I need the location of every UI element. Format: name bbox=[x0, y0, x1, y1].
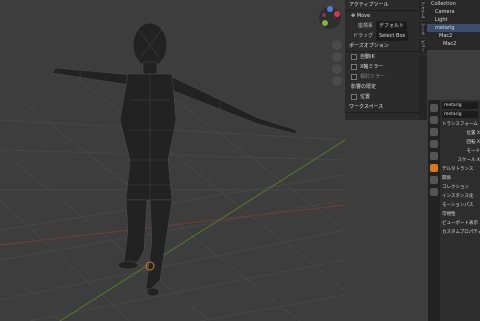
sidebar-tabs: アイテム ツール ビュー bbox=[419, 0, 427, 120]
outliner-item[interactable]: Collection bbox=[427, 0, 480, 8]
orientation-row[interactable]: 座標系 デフォルト bbox=[345, 21, 419, 31]
tab-tool[interactable]: ツール bbox=[419, 21, 427, 38]
outliner-item[interactable]: Mac2 bbox=[427, 40, 480, 48]
custom-props-header[interactable]: カスタムプロパティ bbox=[440, 228, 480, 237]
output-icon[interactable] bbox=[430, 128, 438, 136]
active-tool-header[interactable]: アクティブツール bbox=[345, 0, 419, 11]
render-icon[interactable] bbox=[430, 116, 438, 124]
grid-icon[interactable] bbox=[332, 76, 342, 86]
relations-header[interactable]: 関係 bbox=[440, 174, 480, 183]
outliner: Collection Camera Light metarig Mac2 Mac… bbox=[427, 0, 480, 50]
move-tool[interactable]: ✥ Move bbox=[345, 11, 419, 21]
delta-header[interactable]: デルタトランス bbox=[440, 165, 480, 174]
camera-icon[interactable] bbox=[332, 64, 342, 74]
bone-icon[interactable] bbox=[430, 188, 438, 196]
outliner-item[interactable]: Camera bbox=[427, 8, 480, 16]
navigation-gizmo[interactable] bbox=[318, 6, 342, 30]
viewport-display-header[interactable]: ビューポート表示 bbox=[440, 219, 480, 228]
tool-icon[interactable] bbox=[430, 104, 438, 112]
mode-label: モード bbox=[466, 149, 480, 154]
relative-mirror-checkbox[interactable]: 相対ミラー bbox=[345, 72, 419, 82]
collections-header[interactable]: コレクション bbox=[440, 183, 480, 192]
tool-settings-panel: アクティブツール ✥ Move 座標系 デフォルト ドラッグ Select Box … bbox=[345, 0, 419, 120]
workspace-header[interactable]: ワークスペース bbox=[345, 102, 419, 113]
auto-ik-checkbox[interactable]: 自動IK bbox=[345, 52, 419, 62]
pose-options-header[interactable]: ポーズオプション bbox=[345, 41, 419, 52]
rotation-label: 回転 X bbox=[466, 140, 480, 145]
transform-header[interactable]: トランスフォーム bbox=[440, 120, 480, 129]
drag-select[interactable]: Select Box bbox=[376, 31, 409, 41]
orientation-select[interactable]: デフォルト bbox=[376, 21, 408, 31]
outliner-item[interactable]: metarig bbox=[427, 24, 480, 32]
properties-tabs bbox=[428, 100, 440, 321]
world-icon[interactable] bbox=[430, 152, 438, 160]
scale-label: スケール X bbox=[457, 158, 480, 163]
outliner-item[interactable]: Mac2 bbox=[427, 32, 480, 40]
hand-icon[interactable] bbox=[332, 52, 342, 62]
data-name-field[interactable]: metarig bbox=[442, 111, 478, 118]
object-icon[interactable] bbox=[430, 164, 438, 172]
tab-view[interactable]: ビュー bbox=[419, 38, 427, 55]
armature-icon[interactable] bbox=[430, 176, 438, 184]
affect-only-row: 影響の限定 bbox=[351, 84, 377, 90]
drag-row[interactable]: ドラッグ Select Box bbox=[345, 31, 419, 41]
instancing-header[interactable]: インスタンス化 bbox=[440, 192, 480, 201]
motion-paths-header[interactable]: モーションパス bbox=[440, 201, 480, 210]
location-label: 位置 X bbox=[466, 131, 480, 136]
zoom-icon[interactable] bbox=[332, 40, 342, 50]
visibility-header[interactable]: 可視性 bbox=[440, 210, 480, 219]
location-checkbox[interactable]: 位置 bbox=[345, 92, 419, 102]
x-mirror-checkbox[interactable]: X軸ミラー bbox=[345, 62, 419, 72]
scene-icon[interactable] bbox=[430, 140, 438, 148]
outliner-item[interactable]: Light bbox=[427, 16, 480, 24]
tab-item[interactable]: アイテム bbox=[419, 0, 427, 21]
properties-panel: metarig metarig トランスフォーム 位置 X 回転 X モード ス… bbox=[440, 100, 480, 321]
object-name-field[interactable]: metarig bbox=[442, 102, 478, 109]
